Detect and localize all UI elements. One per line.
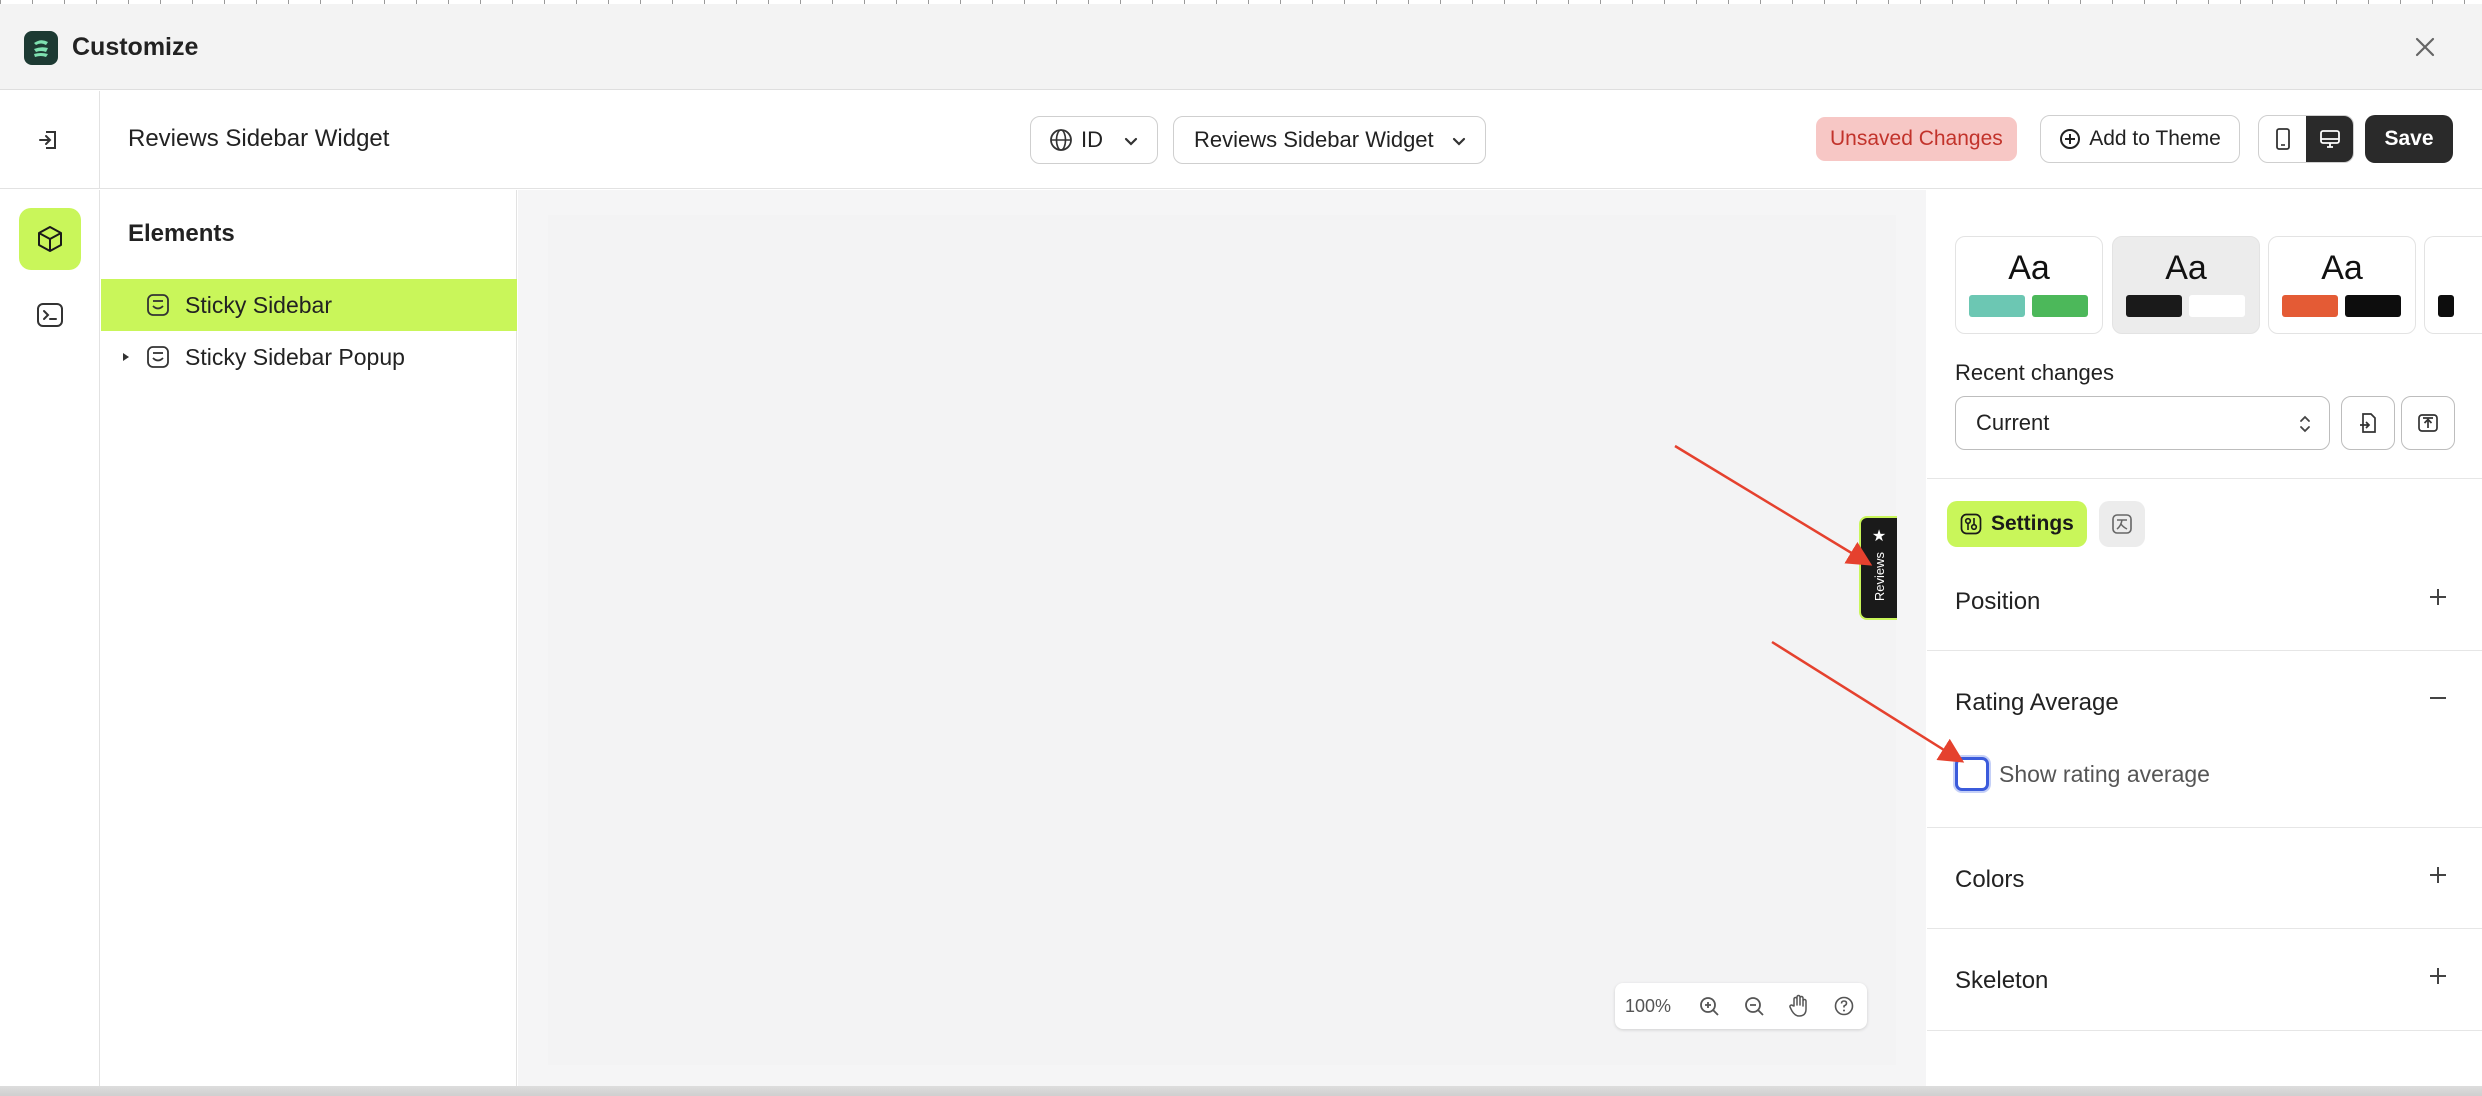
cube-icon <box>38 226 62 252</box>
language-value: ID <box>1081 127 1103 152</box>
widget-select[interactable]: Reviews Sidebar Widget <box>1173 116 1486 164</box>
window-title: Customize <box>72 33 199 61</box>
unsaved-changes-badge: Unsaved Changes <box>1816 117 2017 161</box>
divider <box>1927 1030 2482 1031</box>
theme-card-sample: Aa <box>2008 249 2050 287</box>
tab-settings-label: Settings <box>1991 512 2074 535</box>
close-icon[interactable] <box>2408 30 2442 64</box>
collapse-minus-icon[interactable] <box>2424 684 2452 712</box>
theme-card-sample: Aa <box>2321 249 2363 287</box>
tree-item-sticky-sidebar[interactable]: Sticky Sidebar <box>101 279 517 331</box>
divider <box>1927 650 2482 651</box>
zoom-level: 100% <box>1625 995 1672 1016</box>
mobile-view-button[interactable] <box>2259 116 2306 162</box>
expand-plus-icon[interactable] <box>2424 861 2452 889</box>
color-swatch <box>2032 295 2088 317</box>
exit-button[interactable] <box>0 91 100 189</box>
globe-icon <box>1050 129 1072 151</box>
chevron-down-icon <box>1124 137 1138 146</box>
section-position-title[interactable]: Position <box>1955 588 2040 616</box>
zoom-in-icon <box>1699 997 1719 1016</box>
theme-card-2[interactable]: Aa <box>2112 236 2260 334</box>
canvas-area: ★ Reviews 100% <box>518 190 1926 1096</box>
help-button[interactable] <box>1822 983 1867 1029</box>
widget-icon <box>147 346 169 368</box>
color-swatch <box>2438 295 2454 317</box>
show-rating-average-label: Show rating average <box>1999 761 2210 787</box>
page-title: Reviews Sidebar Widget <box>128 125 390 152</box>
divider <box>1927 478 2482 479</box>
language-select[interactable]: ID <box>1030 116 1158 164</box>
recent-changes-select[interactable]: Current <box>1955 396 2330 450</box>
tree-item-label: Sticky Sidebar Popup <box>185 343 405 370</box>
desktop-icon <box>2319 130 2340 148</box>
elements-rail-button[interactable] <box>19 208 81 270</box>
left-rail <box>0 190 100 1096</box>
exit-icon <box>38 131 56 149</box>
expand-plus-icon[interactable] <box>2424 962 2452 990</box>
elements-panel: Elements Sticky Sidebar Sticky Sidebar P… <box>101 190 517 1096</box>
tree-item-sticky-sidebar-popup[interactable]: Sticky Sidebar Popup <box>101 331 517 383</box>
section-colors-title[interactable]: Colors <box>1955 866 2024 894</box>
reviews-tab-label: Reviews <box>1871 552 1887 602</box>
plus-circle-icon <box>2060 129 2081 149</box>
settings-panel: Aa Aa Aa Recent changes Current Settings… <box>1927 190 2482 1096</box>
window-titlebar: Customize <box>0 4 2482 90</box>
section-skeleton-title[interactable]: Skeleton <box>1955 967 2048 995</box>
tab-settings[interactable]: Settings <box>1947 501 2087 547</box>
terminal-icon <box>37 303 63 327</box>
export-button[interactable] <box>2401 396 2455 450</box>
widget-select-value: Reviews Sidebar Widget <box>1194 127 1434 152</box>
divider <box>1927 928 2482 929</box>
theme-card-4[interactable] <box>2424 236 2482 334</box>
zoom-out-button[interactable] <box>1731 983 1776 1029</box>
chevron-down-icon <box>1452 137 1466 146</box>
translate-icon <box>2112 514 2132 534</box>
mobile-icon <box>2275 128 2290 150</box>
color-swatch <box>2126 295 2182 317</box>
add-to-theme-button[interactable]: Add to Theme <box>2040 115 2240 163</box>
widget-icon <box>147 294 169 316</box>
section-rating-average-title[interactable]: Rating Average <box>1955 689 2119 717</box>
zoom-in-button[interactable] <box>1686 983 1731 1029</box>
divider <box>1927 827 2482 828</box>
caret-right-icon <box>123 353 129 361</box>
pan-button[interactable] <box>1776 983 1821 1029</box>
preview-canvas[interactable] <box>548 215 1896 1065</box>
theme-card-1[interactable]: Aa <box>1955 236 2103 334</box>
theme-card-3[interactable]: Aa <box>2268 236 2416 334</box>
save-button[interactable]: Save <box>2365 115 2453 163</box>
star-icon: ★ <box>1871 528 1887 545</box>
hand-icon <box>1789 994 1807 1017</box>
tab-translate[interactable] <box>2099 501 2145 547</box>
settings-icon <box>1960 513 1982 535</box>
tree-item-label: Sticky Sidebar <box>185 291 333 318</box>
elements-title: Elements <box>128 220 235 247</box>
desktop-view-button[interactable] <box>2306 116 2353 162</box>
app-logo <box>24 31 58 65</box>
add-to-theme-label: Add to Theme <box>2089 127 2221 150</box>
zoom-toolbar: 100% <box>1615 983 1867 1029</box>
import-icon <box>2360 413 2376 433</box>
color-swatch <box>1969 295 2025 317</box>
show-rating-average-checkbox[interactable] <box>1955 757 1989 791</box>
help-icon <box>1835 996 1854 1016</box>
toolbar: Reviews Sidebar Widget ID Reviews Sideba… <box>0 91 2482 189</box>
theme-card-sample: Aa <box>2165 249 2207 287</box>
export-icon <box>2418 414 2438 432</box>
device-toggle <box>2258 115 2354 163</box>
reviews-sidebar-tab[interactable]: ★ Reviews <box>1859 516 1897 620</box>
zoom-out-icon <box>1744 997 1764 1016</box>
updown-chevron-icon <box>2300 415 2310 433</box>
expand-plus-icon[interactable] <box>2424 583 2452 611</box>
color-swatch <box>2282 295 2338 317</box>
recent-changes-label: Recent changes <box>1955 360 2114 385</box>
import-button[interactable] <box>2341 396 2395 450</box>
color-swatch <box>2345 295 2401 317</box>
recent-changes-value: Current <box>1976 410 2050 435</box>
code-rail-button[interactable] <box>19 284 81 346</box>
color-swatch <box>2189 295 2245 317</box>
bottom-edge <box>0 1086 2482 1096</box>
